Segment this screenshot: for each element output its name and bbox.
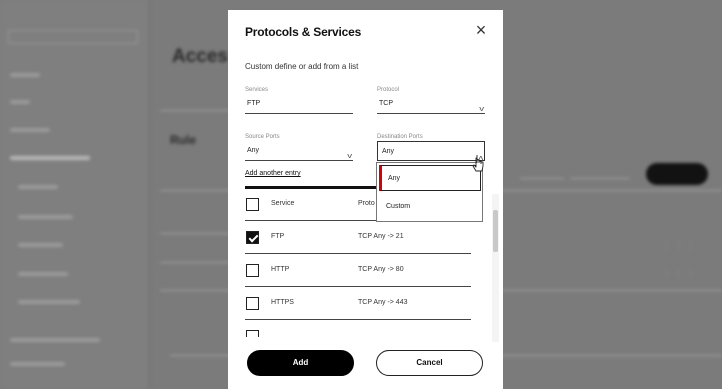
destination-ports-value: Any bbox=[382, 148, 395, 155]
add-button[interactable]: Add bbox=[247, 350, 354, 376]
chevron-down-icon: v bbox=[346, 153, 352, 160]
sidebar-selector bbox=[8, 30, 138, 44]
select-all-checkbox[interactable] bbox=[246, 198, 259, 211]
dropdown-option-any[interactable]: Any bbox=[379, 165, 481, 191]
sidebar-item bbox=[10, 128, 50, 132]
sidebar-item bbox=[18, 272, 68, 276]
services-field[interactable]: FTP bbox=[245, 94, 353, 114]
hand-cursor-icon bbox=[472, 155, 484, 172]
rule-heading: Rule bbox=[170, 133, 197, 147]
divider bbox=[160, 262, 230, 263]
protocol-select[interactable]: TCP v bbox=[377, 94, 485, 114]
sidebar-item bbox=[18, 300, 80, 304]
sidebar-item bbox=[10, 362, 65, 366]
protocol-column-header: Proto bbox=[358, 200, 375, 207]
row-actions-icon: ⋮⋮⋮ bbox=[662, 268, 698, 278]
divider bbox=[160, 233, 230, 234]
service-name: HTTPS bbox=[271, 299, 294, 306]
protocol-label: Protocol bbox=[377, 87, 400, 93]
page-title: Acces bbox=[172, 46, 228, 67]
protocol-value: TCP bbox=[379, 100, 393, 107]
table-scrollbar[interactable] bbox=[492, 194, 499, 342]
table-row[interactable]: FTP TCP Any -> 21 bbox=[245, 224, 471, 254]
sidebar-item bbox=[18, 215, 73, 219]
service-column-header: Service bbox=[271, 200, 295, 207]
row-checkbox[interactable] bbox=[246, 330, 259, 337]
sidebar-item bbox=[18, 185, 58, 189]
cancel-button[interactable]: Cancel bbox=[376, 350, 483, 376]
divider bbox=[570, 178, 630, 179]
row-actions-icon: ⋮⋮⋮ bbox=[662, 240, 698, 250]
source-ports-value: Any bbox=[247, 147, 260, 154]
table-row[interactable]: HTTP TCP Any -> 80 bbox=[245, 257, 471, 287]
source-ports-select[interactable]: Any v bbox=[245, 141, 353, 161]
scrollbar-thumb[interactable] bbox=[493, 210, 498, 252]
add-another-entry-link[interactable]: Add another entry bbox=[245, 170, 301, 177]
row-checkbox[interactable] bbox=[246, 264, 259, 277]
protocols-services-dialog: Protocols & Services × Custom define or … bbox=[228, 10, 503, 389]
divider bbox=[520, 178, 564, 179]
source-ports-label: Source Ports bbox=[245, 134, 280, 140]
row-checkbox[interactable] bbox=[246, 297, 259, 310]
service-detail: TCP Any -> 443 bbox=[358, 299, 408, 306]
service-name: HTTP bbox=[271, 266, 290, 273]
sidebar-item bbox=[18, 243, 63, 247]
dialog-title: Protocols & Services bbox=[245, 25, 362, 39]
divider bbox=[160, 110, 230, 111]
service-detail: TCP Any -> 80 bbox=[358, 266, 404, 273]
dropdown-option-custom[interactable]: Custom bbox=[377, 194, 482, 220]
table-row[interactable]: HTTPS TCP Any -> 443 bbox=[245, 290, 471, 320]
sidebar-item bbox=[10, 338, 100, 342]
table-row-partial[interactable] bbox=[245, 323, 471, 337]
chevron-down-icon: v bbox=[478, 106, 484, 113]
close-icon[interactable]: × bbox=[472, 21, 490, 40]
sidebar-item bbox=[10, 100, 30, 104]
services-label: Services bbox=[245, 87, 269, 93]
destination-ports-dropdown-menu: Any Custom bbox=[376, 162, 483, 222]
row-checkbox[interactable] bbox=[246, 231, 259, 244]
sidebar bbox=[0, 0, 150, 389]
service-detail: TCP Any -> 21 bbox=[358, 233, 404, 240]
destination-ports-select[interactable]: Any v bbox=[377, 141, 485, 161]
apply-button bbox=[646, 163, 708, 185]
dialog-subtitle: Custom define or add from a list bbox=[245, 62, 359, 71]
sidebar-item bbox=[10, 156, 90, 160]
sidebar-item bbox=[10, 73, 40, 77]
destination-ports-label: Destination Ports bbox=[377, 134, 423, 140]
service-name: FTP bbox=[271, 233, 285, 240]
